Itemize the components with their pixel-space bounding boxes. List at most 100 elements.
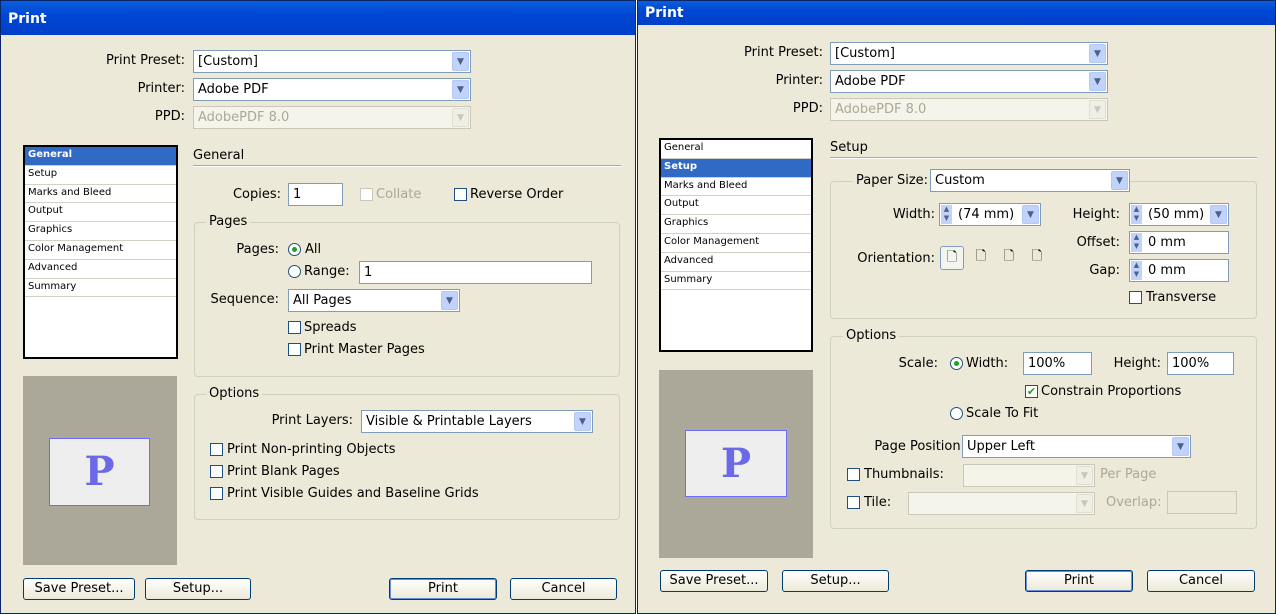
ppd-select[interactable]: AdobePDF 8.0 ▼	[193, 106, 471, 129]
print-layers-select[interactable]: Visible & Printable Layers ▼	[361, 410, 593, 433]
copies-input[interactable]: 1	[288, 183, 343, 206]
offset-spinner[interactable]: ▲ ▼ 0 mm	[1129, 231, 1229, 254]
print-master-pages-checkbox[interactable]	[288, 343, 301, 356]
spinner-arrows-icon[interactable]: ▲ ▼	[1131, 233, 1142, 252]
thumbnails-checkbox[interactable]	[847, 468, 860, 481]
chevron-down-icon: ▼	[452, 52, 469, 71]
print-blank-pages-checkbox[interactable]	[210, 465, 223, 478]
chevron-down-icon[interactable]: ▼	[1210, 205, 1227, 224]
save-preset-button[interactable]: Save Preset...	[660, 570, 768, 592]
scale-to-fit-radio[interactable]	[950, 407, 963, 420]
nav-output[interactable]: Output	[25, 203, 176, 223]
dialog-title: Print	[8, 11, 47, 27]
reverse-landscape-orientation-icon[interactable]: 🗋	[1025, 246, 1049, 270]
sequence-value: All Pages	[293, 293, 352, 308]
print-preset-select[interactable]: [Custom] ▼	[193, 50, 471, 73]
pages-label: Pages:	[236, 242, 279, 257]
spinner-arrows-icon[interactable]: ▲ ▼	[941, 205, 952, 224]
constrain-proportions-checkbox[interactable]: ✔	[1025, 385, 1038, 398]
tile-checkbox[interactable]	[847, 496, 860, 509]
nav-summary[interactable]: Summary	[25, 279, 176, 298]
setup-button[interactable]: Setup...	[782, 570, 889, 592]
paper-size-label: Paper Size:	[853, 173, 932, 188]
thumbnails-label: Thumbnails:	[864, 467, 944, 482]
chevron-down-icon: ▼	[574, 412, 591, 431]
offset-label: Offset:	[1076, 235, 1120, 250]
printer-select[interactable]: Adobe PDF ▼	[830, 70, 1108, 93]
reverse-portrait-orientation-icon[interactable]: 🗋	[997, 246, 1021, 270]
print-button[interactable]: Print	[389, 578, 497, 600]
options-group-title: Options	[843, 328, 900, 343]
cancel-button[interactable]: Cancel	[1147, 570, 1255, 592]
page-preview: P	[23, 376, 177, 565]
print-preset-label: Print Preset:	[106, 53, 185, 68]
sequence-select[interactable]: All Pages ▼	[288, 289, 460, 312]
nav-color-management[interactable]: Color Management	[661, 234, 811, 253]
nav-summary[interactable]: Summary	[661, 272, 811, 291]
chevron-down-icon[interactable]: ▼	[1022, 205, 1039, 224]
portrait-orientation-icon[interactable]: 🗋	[940, 246, 964, 270]
gap-spinner[interactable]: ▲ ▼ 0 mm	[1129, 259, 1229, 282]
chevron-down-icon: ▼	[452, 80, 469, 99]
nav-advanced[interactable]: Advanced	[661, 253, 811, 272]
ppd-label: PPD:	[154, 109, 185, 124]
nav-color-management[interactable]: Color Management	[25, 241, 176, 260]
setup-button[interactable]: Setup...	[145, 578, 251, 600]
category-list[interactable]: General Setup Marks and Bleed Output Gra…	[659, 138, 813, 352]
nav-setup[interactable]: Setup	[661, 158, 811, 178]
spinner-arrows-icon[interactable]: ▲ ▼	[1131, 261, 1142, 280]
print-preset-value: [Custom]	[835, 46, 895, 61]
transverse-checkbox[interactable]	[1129, 291, 1142, 304]
range-radio[interactable]	[288, 265, 301, 278]
print-button[interactable]: Print	[1025, 570, 1133, 592]
cancel-button[interactable]: Cancel	[510, 578, 617, 600]
nav-graphics[interactable]: Graphics	[661, 215, 811, 234]
printer-select[interactable]: Adobe PDF ▼	[193, 78, 471, 101]
print-master-pages-label: Print Master Pages	[304, 342, 425, 357]
save-preset-button[interactable]: Save Preset...	[23, 578, 135, 600]
scale-width-radio[interactable]	[950, 357, 963, 370]
collate-checkbox[interactable]	[360, 188, 373, 201]
nav-output[interactable]: Output	[661, 196, 811, 216]
print-blank-pages-label: Print Blank Pages	[227, 464, 340, 479]
scale-height-label: Height:	[1113, 356, 1161, 371]
page-position-select[interactable]: Upper Left ▼	[962, 435, 1191, 458]
overlap-input[interactable]	[1167, 491, 1237, 514]
tile-select[interactable]: ▼	[908, 492, 1095, 515]
landscape-orientation-icon[interactable]: 🗋	[969, 246, 993, 270]
print-non-printing-checkbox[interactable]	[210, 443, 223, 456]
spinner-arrows-icon[interactable]: ▲ ▼	[1131, 205, 1142, 224]
print-guides-checkbox[interactable]	[210, 487, 223, 500]
nav-general[interactable]: General	[661, 140, 811, 159]
all-pages-radio[interactable]	[288, 243, 301, 256]
category-list[interactable]: General Setup Marks and Bleed Output Gra…	[23, 145, 178, 359]
scale-width-input[interactable]: 100%	[1023, 352, 1092, 375]
nav-general[interactable]: General	[25, 147, 176, 166]
nav-graphics[interactable]: Graphics	[25, 222, 176, 241]
print-preset-select[interactable]: [Custom] ▼	[830, 42, 1108, 65]
ppd-select[interactable]: AdobePDF 8.0 ▼	[830, 98, 1108, 121]
printer-value: Adobe PDF	[835, 74, 906, 89]
reverse-order-checkbox[interactable]	[454, 188, 467, 201]
ppd-value: AdobePDF 8.0	[198, 110, 290, 125]
nav-marks-and-bleed[interactable]: Marks and Bleed	[661, 178, 811, 197]
offset-value: 0 mm	[1148, 235, 1186, 250]
paper-size-select[interactable]: Custom ▼	[930, 169, 1130, 192]
nav-advanced[interactable]: Advanced	[25, 260, 176, 279]
nav-marks-and-bleed[interactable]: Marks and Bleed	[25, 185, 176, 204]
transverse-label: Transverse	[1146, 290, 1217, 305]
overlap-label: Overlap:	[1106, 495, 1162, 510]
scale-to-fit-label: Scale To Fit	[966, 406, 1039, 421]
print-layers-value: Visible & Printable Layers	[366, 414, 532, 429]
nav-setup[interactable]: Setup	[25, 166, 176, 185]
scale-height-input[interactable]: 100%	[1167, 352, 1234, 375]
collate-label: Collate	[376, 187, 422, 202]
width-spinner[interactable]: ▲ ▼ (74 mm) ▼	[939, 203, 1041, 226]
spreads-checkbox[interactable]	[288, 321, 301, 334]
thumbnails-select[interactable]: ▼	[963, 464, 1095, 487]
section-heading: Setup	[830, 140, 868, 155]
range-label: Range:	[304, 264, 350, 279]
height-spinner[interactable]: ▲ ▼ (50 mm) ▼	[1129, 203, 1229, 226]
range-input[interactable]: 1	[359, 261, 592, 284]
preview-paper: P	[49, 438, 150, 506]
